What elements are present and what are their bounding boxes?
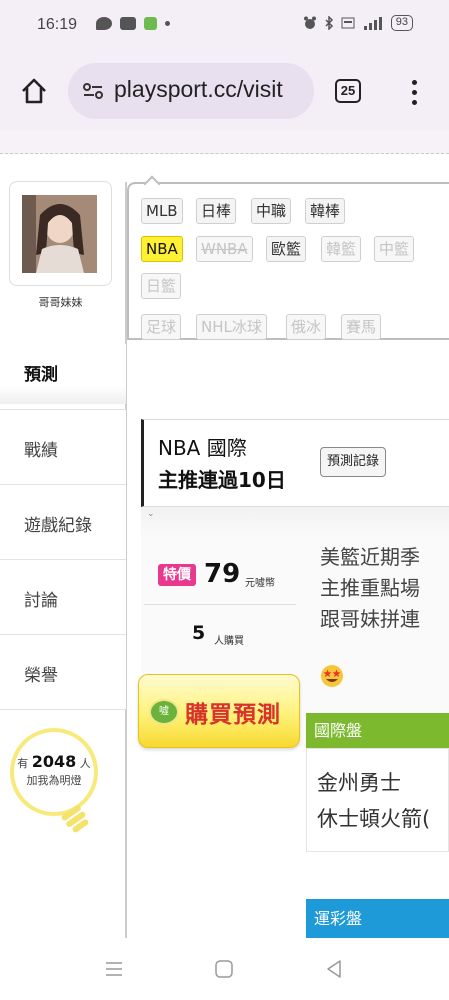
more-notifications-icon	[165, 21, 170, 26]
notification-icons	[96, 17, 170, 30]
profile-name: 哥哥妹妹	[38, 296, 83, 309]
tag-korea-basketball: 韓籃	[321, 236, 362, 262]
coin-icon: 噓	[149, 699, 179, 725]
signal-icon	[363, 17, 382, 30]
tag-horse-racing: 賽馬	[341, 314, 382, 340]
price-unit: 元噓幣	[245, 578, 275, 589]
nav-item-label: 討論	[24, 591, 58, 611]
tag-mlb[interactable]: MLB	[141, 198, 183, 224]
volte-icon	[341, 17, 355, 29]
battery-icon: 93	[390, 15, 413, 31]
home-icon[interactable]	[19, 76, 49, 106]
price-divider	[144, 604, 296, 605]
app-notification-icon	[144, 17, 157, 30]
prediction-description: 美籃近期季 主推重點場 跟哥妹拼連	[320, 542, 449, 635]
prediction-streak: 主推連過10日	[158, 468, 286, 492]
avatar[interactable]	[22, 195, 97, 273]
tag-china-basketball: 中籃	[374, 236, 415, 262]
nav-tab-predict-label: 預測	[24, 365, 58, 385]
browser-toolbar: playsport.cc/visit 25	[0, 52, 449, 130]
nav-item-record[interactable]: 戰績	[0, 409, 126, 484]
browser-menu-icon[interactable]	[404, 78, 424, 106]
prediction-league: NBA 國際	[158, 436, 247, 460]
status-time: 16:19	[37, 16, 78, 33]
status-bar: 16:19 93	[0, 0, 449, 52]
nav-item-label: 榮譽	[24, 666, 58, 686]
buy-prediction-label: 購買預測	[185, 702, 281, 728]
nav-item-honors[interactable]: 榮譽	[0, 634, 126, 709]
tag-japan-basketball: 日籃	[141, 273, 182, 299]
price-value: 79	[204, 559, 241, 589]
bluetooth-icon	[325, 16, 333, 30]
fan-count: 有 2048 人	[17, 752, 91, 771]
prediction-record-button[interactable]: 預測記錄	[320, 447, 387, 477]
nav-divider-line	[0, 709, 126, 710]
fan-count-number: 2048	[31, 752, 77, 771]
nav-item-game-history[interactable]: 遊戲紀錄	[0, 484, 126, 559]
description-line: 主推重點場	[320, 576, 420, 600]
sports-lottery-bar: 運彩盤	[306, 899, 449, 938]
tab-switcher-button[interactable]: 25	[335, 79, 361, 103]
avatar-photo	[22, 195, 97, 273]
nav-item-label: 戰績	[24, 441, 58, 461]
away-team: 金州勇士	[317, 771, 401, 795]
site-settings-icon[interactable]	[82, 81, 104, 101]
tag-cpbl[interactable]: 中職	[251, 198, 292, 224]
tag-nhl: NHL冰球	[196, 314, 267, 340]
buyer-unit: 人購買	[214, 636, 244, 647]
recent-apps-icon[interactable]	[103, 958, 125, 980]
sidebar-nav: 戰績 遊戲紀錄 討論 榮譽	[0, 409, 126, 710]
tag-wnba: WNBA	[196, 236, 253, 262]
nav-item-label: 遊戲紀錄	[24, 516, 92, 536]
page-top-strip	[0, 130, 449, 154]
tag-soccer: 足球	[141, 314, 182, 340]
home-nav-icon[interactable]	[213, 958, 235, 980]
star-eyes-emoji-icon	[321, 665, 343, 687]
tag-nba[interactable]: NBA	[141, 236, 183, 262]
alarm-icon	[303, 16, 316, 29]
system-navigation-bar	[0, 938, 449, 1000]
buyer-count: 5	[192, 622, 206, 644]
home-team: 休士頓火箭(	[317, 807, 431, 831]
video-notification-icon	[120, 17, 136, 30]
page-content: 哥哥妹妹 預測 戰績 遊戲紀錄 討論 榮譽 有 2048 人 加我為明燈 MLB…	[0, 154, 449, 938]
collapse-icon[interactable]: ⌄	[147, 509, 155, 519]
avatar-card[interactable]	[9, 181, 112, 286]
url-text[interactable]: playsport.cc/visit	[114, 76, 310, 103]
tag-kbo[interactable]: 韓棒	[305, 198, 346, 224]
matchup-card[interactable]: 金州勇士 休士頓火箭(	[306, 748, 449, 852]
sale-badge: 特價	[158, 564, 196, 586]
nav-item-discussion[interactable]: 討論	[0, 559, 126, 634]
nav-divider-shadow	[0, 386, 126, 404]
tag-npb[interactable]: 日棒	[196, 198, 237, 224]
buy-prediction-button[interactable]: 噓 購買預測	[138, 674, 300, 748]
lightbulb-base-icon	[61, 805, 89, 833]
international-odds-bar: 國際盤	[306, 713, 449, 748]
follow-caption[interactable]: 加我為明燈	[14, 772, 94, 788]
description-line: 跟哥妹拼連	[320, 607, 420, 631]
prediction-header: NBA 國際 主推連過10日 預測記錄	[141, 419, 449, 507]
chat-notification-icon	[96, 17, 112, 30]
tag-khl: 俄冰	[286, 314, 327, 340]
back-icon[interactable]	[323, 958, 345, 980]
address-bar[interactable]: playsport.cc/visit	[68, 63, 314, 119]
tag-euro-basketball[interactable]: 歐籃	[266, 236, 307, 262]
system-icons: 93	[303, 15, 413, 31]
description-line: 美籃近期季	[320, 545, 420, 569]
